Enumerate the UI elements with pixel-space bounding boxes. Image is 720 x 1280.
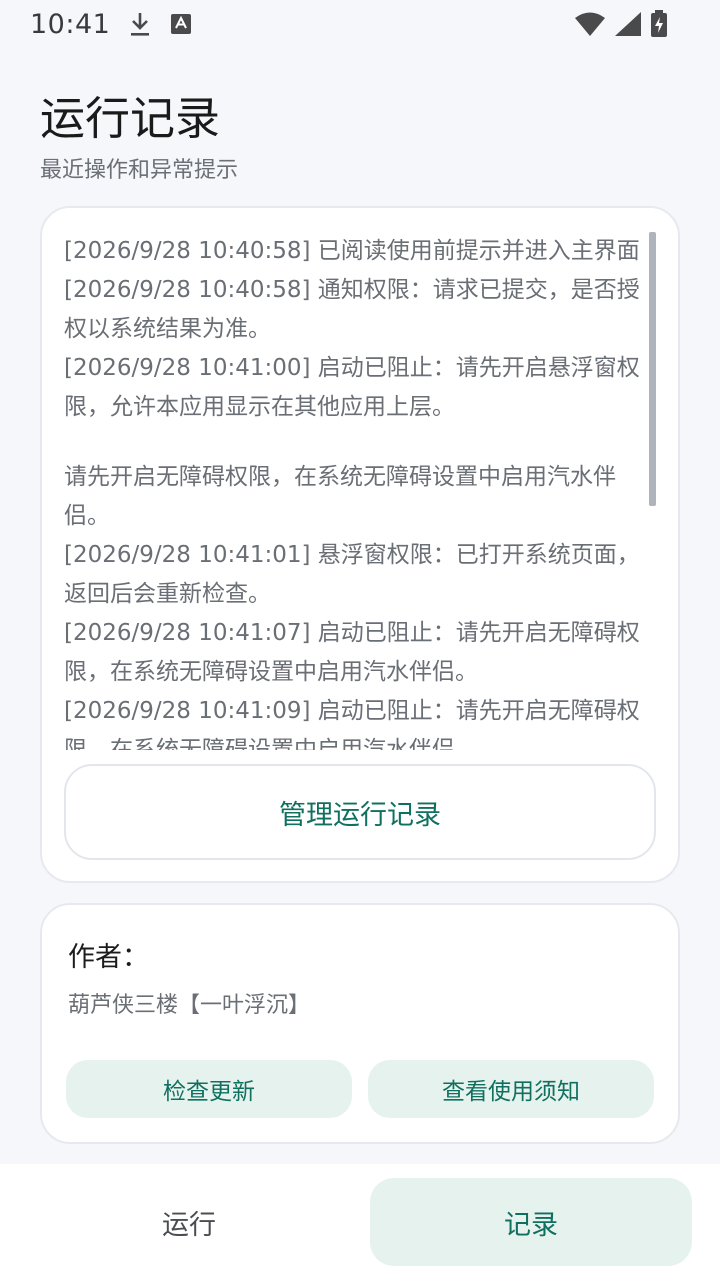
log-entry: [2026/9/28 10:40:58] 已阅读使用前提示并进入主界面 (64, 238, 640, 264)
author-card: 作者： 葫芦侠三楼【一叶浮沉】 检查更新 查看使用须知 (40, 903, 680, 1144)
keyboard-a-icon (170, 13, 192, 35)
view-notice-button[interactable]: 查看使用须知 (368, 1060, 654, 1118)
download-icon (128, 10, 152, 38)
bottom-nav: 运行 记录 (0, 1164, 720, 1280)
status-time: 10:41 (30, 8, 111, 40)
log-entry: [2026/9/28 10:41:07] 启动已阻止：请先开启无障碍权限，在系统… (64, 620, 640, 685)
nav-tab-log[interactable]: 记录 (370, 1178, 692, 1266)
log-entry: [2026/9/28 10:41:09] 启动已阻止：请先开启无障碍权限，在系统… (64, 698, 640, 750)
page-subtitle: 最近操作和异常提示 (40, 158, 239, 183)
log-entry: 请先开启无障碍权限，在系统无障碍设置中启用汽水伴侣。 (64, 464, 616, 529)
log-card: [2026/9/28 10:40:58] 已阅读使用前提示并进入主界面 [202… (40, 206, 680, 883)
status-right (574, 10, 668, 38)
nav-tab-run[interactable]: 运行 (28, 1178, 350, 1266)
screen: 10:41 运行记录 最近操作和异常提示 [2026/9/28 10:40:58… (0, 0, 720, 1280)
log-entry: [2026/9/28 10:40:58] 通知权限：请求已提交，是否授权以系统结… (64, 277, 640, 342)
log-list[interactable]: [2026/9/28 10:40:58] 已阅读使用前提示并进入主界面 [202… (64, 232, 656, 750)
status-bar: 10:41 (0, 0, 720, 48)
log-entry: [2026/9/28 10:41:01] 悬浮窗权限：已打开系统页面，返回后会重… (64, 542, 640, 607)
cellular-icon (614, 11, 642, 37)
battery-charging-icon (650, 10, 668, 38)
page-title: 运行记录 (40, 92, 221, 145)
status-left: 10:41 (30, 9, 192, 40)
log-entry: [2026/9/28 10:41:00] 启动已阻止：请先开启悬浮窗权限，允许本… (64, 355, 640, 420)
log-scrollbar[interactable] (649, 232, 656, 506)
check-update-button[interactable]: 检查更新 (66, 1060, 352, 1118)
author-name: 葫芦侠三楼【一叶浮沉】 (68, 993, 311, 1018)
manage-log-button[interactable]: 管理运行记录 (64, 764, 656, 860)
wifi-icon (574, 11, 606, 37)
author-label: 作者： (68, 942, 149, 973)
